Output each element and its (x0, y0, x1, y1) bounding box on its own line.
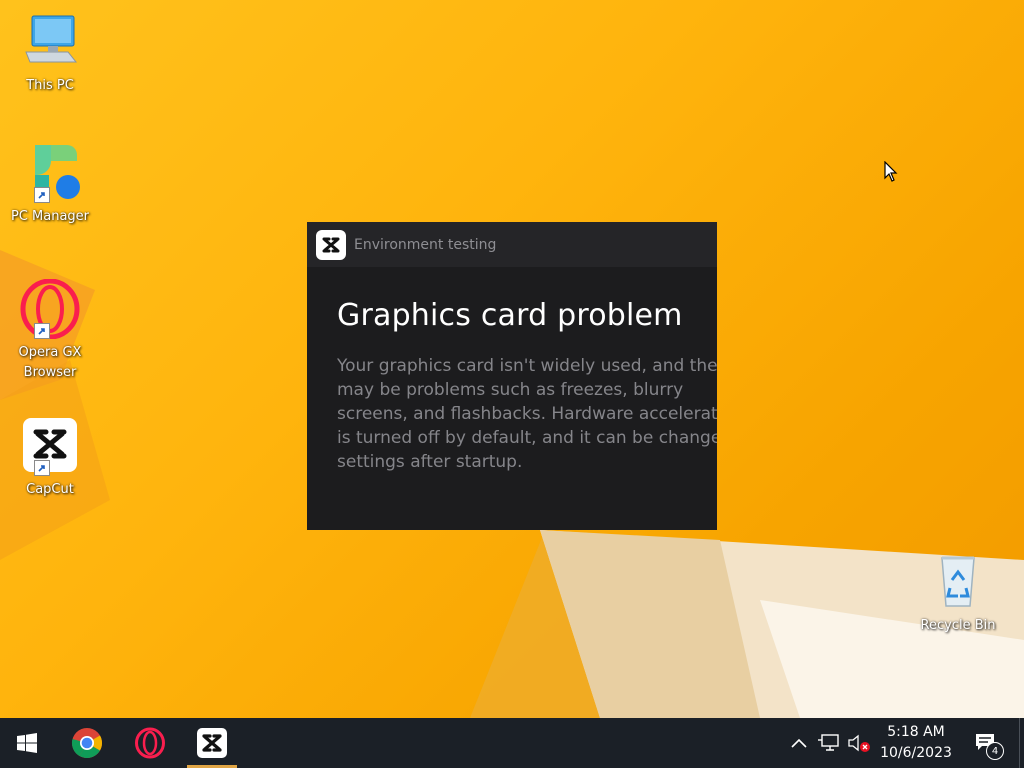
desktop-icon-capcut[interactable]: CapCut (5, 416, 95, 499)
taskbar-app-chrome[interactable] (58, 718, 116, 768)
opera-gx-icon (135, 727, 165, 759)
dialog-titlebar[interactable]: Environment testing (307, 222, 717, 267)
capcut-icon (197, 728, 227, 758)
volume-muted-icon (848, 734, 870, 752)
desktop-icon-pc-manager[interactable]: PC Manager (5, 143, 95, 226)
notification-count: 4 (991, 745, 999, 757)
desktop-icon-label: PC Manager (10, 209, 90, 224)
taskbar-app-capcut[interactable] (183, 718, 241, 768)
mouse-cursor-icon (884, 161, 898, 182)
desktop-icon-label: This PC (26, 78, 74, 93)
environment-testing-dialog: Environment testing Graphics card proble… (307, 222, 717, 530)
desktop-icon-this-pc[interactable]: This PC (5, 12, 95, 95)
capcut-icon (316, 229, 346, 260)
clock-date: 10/6/2023 (880, 745, 952, 761)
desktop-icon-label: Recycle Bin (920, 618, 996, 633)
capcut-icon (20, 416, 80, 476)
clock-time: 5:18 AM (887, 724, 945, 740)
taskbar-app-opera-gx[interactable] (121, 718, 179, 768)
show-hidden-icons-button[interactable] (786, 718, 812, 768)
taskbar: 5:18 AM 10/6/2023 4 (0, 718, 1024, 768)
start-button[interactable] (0, 718, 54, 768)
action-center-button[interactable]: 4 (964, 718, 1010, 768)
windows-start-icon (17, 733, 37, 753)
dialog-title: Environment testing (354, 236, 497, 253)
network-button[interactable] (814, 718, 844, 768)
notification-count-badge: 4 (986, 742, 1004, 760)
this-pc-icon (20, 12, 80, 72)
show-desktop-button[interactable] (1019, 718, 1024, 768)
chrome-icon (71, 728, 103, 759)
desktop-icon-opera-gx[interactable]: Opera GX Browser (5, 278, 95, 383)
chevron-up-icon (791, 738, 807, 748)
shortcut-arrow-icon (34, 460, 50, 476)
opera-gx-icon (20, 278, 80, 340)
volume-button[interactable] (844, 718, 874, 768)
desktop-icon-label: CapCut (26, 482, 74, 497)
network-icon (818, 734, 839, 751)
dialog-message: Your graphics card isn't widely used, an… (337, 356, 717, 472)
pc-manager-icon (20, 143, 80, 203)
desktop-icon-label: Opera GX Browser (18, 345, 82, 380)
shortcut-arrow-icon (34, 187, 50, 203)
recycle-bin-icon (928, 552, 988, 612)
shortcut-arrow-icon (34, 323, 50, 339)
dialog-heading: Graphics card problem (337, 298, 683, 333)
clock[interactable]: 5:18 AM 10/6/2023 (874, 718, 958, 768)
desktop: This PC PC Manager Opera GX Browser CapC… (0, 0, 1024, 718)
desktop-icon-recycle-bin[interactable]: Recycle Bin (913, 552, 1003, 635)
